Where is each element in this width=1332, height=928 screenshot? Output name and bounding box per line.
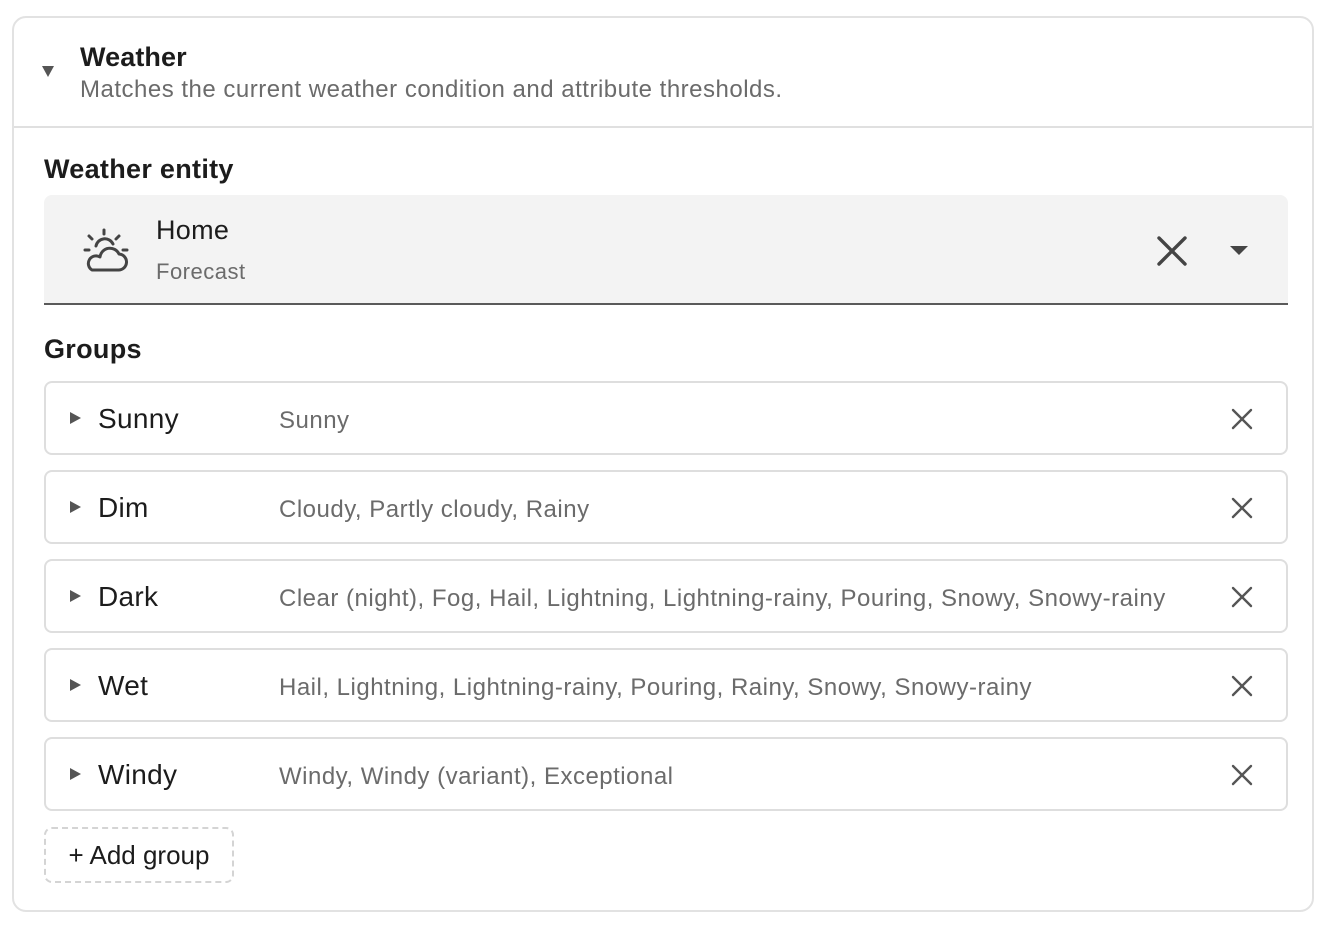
remove-group-icon[interactable] — [1230, 496, 1254, 520]
group-row[interactable]: Wet Hail, Lightning, Lightning-rainy, Po… — [44, 648, 1288, 722]
group-name: Dark — [98, 581, 159, 612]
group-row[interactable]: Windy Windy, Windy (variant), Exceptiona… — [44, 737, 1288, 811]
expand-arrow-icon[interactable] — [70, 679, 81, 691]
remove-group-icon[interactable] — [1230, 585, 1254, 609]
expand-arrow-icon[interactable] — [70, 768, 81, 780]
collapse-arrow-icon[interactable] — [42, 66, 54, 77]
card-title: Weather — [80, 42, 187, 72]
remove-group-icon[interactable] — [1230, 763, 1254, 787]
remove-group-icon[interactable] — [1230, 674, 1254, 698]
group-name: Dim — [98, 492, 149, 523]
dropdown-arrow-icon[interactable] — [1230, 246, 1248, 255]
group-name: Wet — [98, 670, 149, 701]
weather-entity-label: Weather entity — [44, 154, 234, 184]
weather-entity-picker[interactable]: Home Forecast — [44, 195, 1288, 305]
card-header[interactable]: Weather Matches the current weather cond… — [14, 18, 1312, 128]
group-row[interactable]: Dark Clear (night), Fog, Hail, Lightning… — [44, 559, 1288, 633]
entity-name: Home — [156, 215, 230, 245]
group-conditions: Windy, Windy (variant), Exceptional — [279, 763, 674, 790]
weather-condition-card: Weather Matches the current weather cond… — [12, 16, 1314, 912]
clear-entity-icon[interactable] — [1154, 233, 1190, 269]
expand-arrow-icon[interactable] — [70, 412, 81, 424]
group-name: Sunny — [98, 403, 179, 434]
remove-group-icon[interactable] — [1230, 407, 1254, 431]
add-group-button[interactable]: + Add group — [44, 827, 234, 883]
expand-arrow-icon[interactable] — [70, 590, 81, 602]
group-conditions: Cloudy, Partly cloudy, Rainy — [279, 496, 590, 523]
group-row[interactable]: Sunny Sunny — [44, 381, 1288, 455]
card-description: Matches the current weather condition an… — [80, 76, 783, 103]
group-conditions: Hail, Lightning, Lightning-rainy, Pourin… — [279, 674, 1033, 701]
group-conditions: Sunny — [279, 407, 350, 434]
expand-arrow-icon[interactable] — [70, 501, 81, 513]
groups-label: Groups — [44, 334, 142, 364]
weather-partly-cloudy-icon — [83, 228, 129, 272]
group-row[interactable]: Dim Cloudy, Partly cloudy, Rainy — [44, 470, 1288, 544]
entity-subtitle: Forecast — [156, 259, 246, 284]
group-conditions: Clear (night), Fog, Hail, Lightning, Lig… — [279, 585, 1166, 612]
group-name: Windy — [98, 759, 178, 790]
